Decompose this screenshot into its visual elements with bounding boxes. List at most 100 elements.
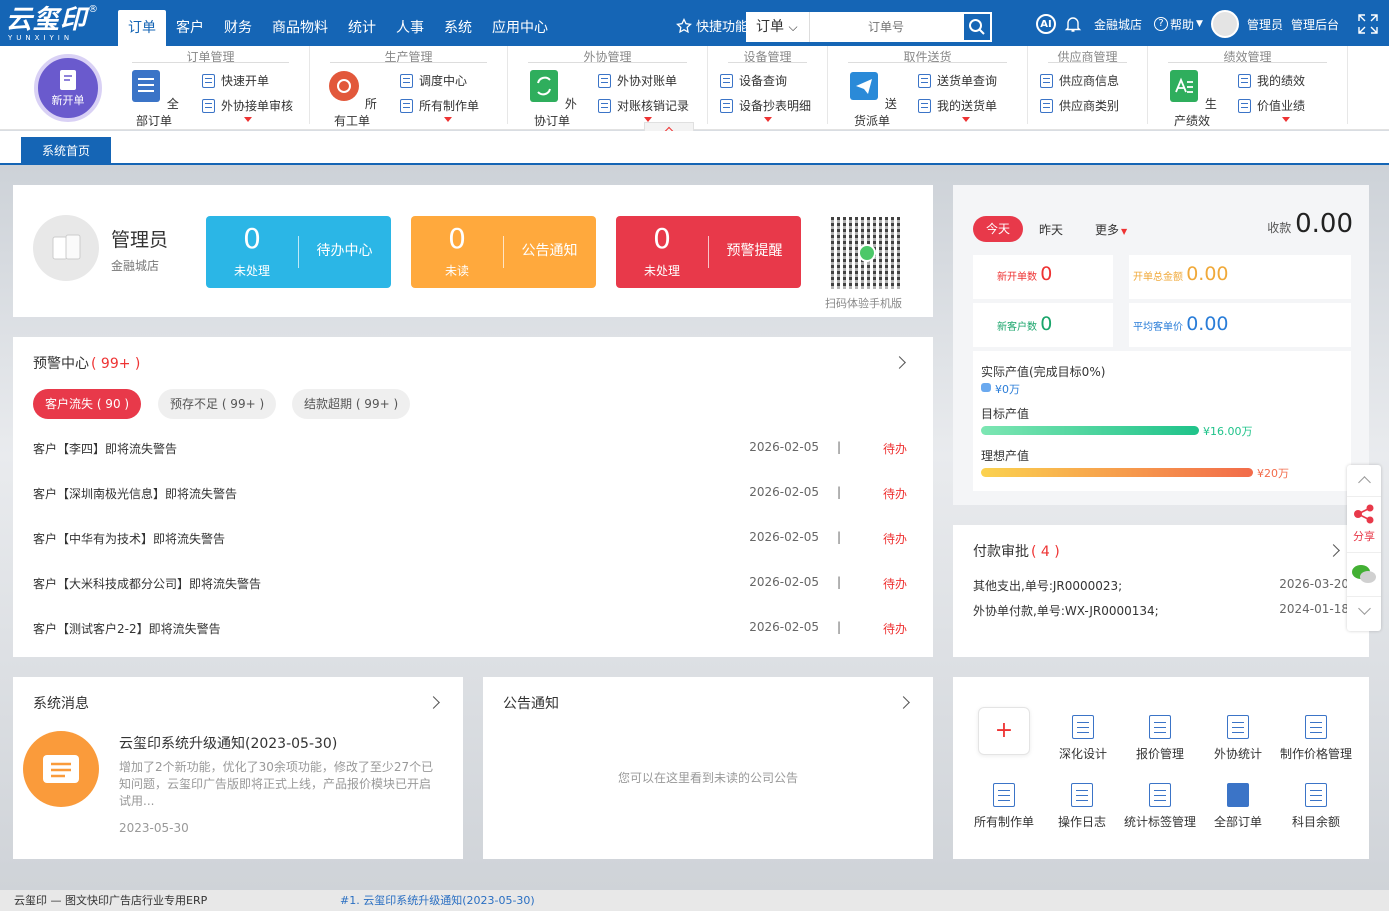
search-type-select[interactable]: 订单 ⌵	[746, 12, 810, 42]
list-item[interactable]: 外协单付款,单号:WX-JR0000134; 2024-01-18	[973, 602, 1349, 619]
table-row[interactable]: 客户【大米科技成都分公司】即将流失警告 2026-02-05 | 待办	[33, 575, 907, 595]
scroll-up-button[interactable]	[1347, 465, 1381, 497]
nav-item-hr[interactable]: 人事	[386, 10, 434, 46]
table-row[interactable]: 客户【李四】即将流失警告 2026-02-05 | 待办	[33, 440, 907, 460]
list-item[interactable]: 其他支出,单号:JR0000023; 2026-03-20	[973, 577, 1349, 594]
pill-low-deposit[interactable]: 预存不足 ( 99+ )	[158, 389, 277, 419]
outsource-statement-button[interactable]: 外协对账单	[598, 72, 677, 89]
table-row[interactable]: 客户【中华有为技术】即将流失警告 2026-02-05 | 待办	[33, 530, 907, 550]
app-logo[interactable]: 云玺印 YUNXIYIN ®	[6, 4, 98, 42]
meter-detail-button[interactable]: 设备抄表明细	[720, 97, 811, 114]
quick-order-button[interactable]: 快速开单	[202, 72, 269, 89]
shortcut-price-management[interactable]: 制作价格管理	[1277, 715, 1355, 762]
pill-customer-loss[interactable]: 客户流失 ( 90 )	[33, 389, 142, 419]
shortcut-account-balance[interactable]: 科目余额	[1277, 783, 1355, 830]
shortcut-all-orders[interactable]: 全部订单	[1199, 783, 1277, 830]
dispatch-center-button[interactable]: 调度中心	[400, 72, 467, 89]
nav-item-customers[interactable]: 客户	[166, 10, 214, 46]
chevron-right-icon[interactable]	[893, 356, 906, 369]
sysmsg-body: 增加了2个新功能，优化了30余项功能，修改了至少27个已知问题，云玺印广告版即将…	[119, 760, 434, 808]
notice-card[interactable]: 0 未读 公告通知	[411, 216, 596, 288]
row-status[interactable]: 待办	[883, 485, 907, 502]
row-status[interactable]: 待办	[883, 530, 907, 547]
footer-marquee[interactable]: #1. 云玺印系统升级通知(2023-05-30)	[340, 890, 535, 911]
my-deliveries-button[interactable]: 我的送货单	[918, 97, 997, 114]
expand-arrow-icon[interactable]	[1282, 117, 1290, 122]
all-production-sheets-button[interactable]: 所有制作单	[400, 97, 479, 114]
kpi-order-amount: 开单总金额 0.00	[1133, 263, 1229, 285]
table-row[interactable]: 客户【深圳南极光信息】即将流失警告 2026-02-05 | 待办	[33, 485, 907, 505]
outsource-review-button[interactable]: 外协接单审核	[202, 97, 293, 114]
shortcut-operation-log[interactable]: 操作日志	[1043, 783, 1121, 830]
pill-payment-overdue[interactable]: 结款超期 ( 99+ )	[292, 389, 411, 419]
search-input[interactable]	[810, 12, 962, 42]
table-row[interactable]: 客户【测试客户2-2】即将流失警告 2026-02-05 | 待办	[33, 620, 907, 640]
tab-home[interactable]: 系统首页	[21, 137, 111, 165]
value-performance-button[interactable]: 价值业绩	[1238, 97, 1305, 114]
tab-more[interactable]: 更多 ▼	[1095, 221, 1127, 238]
sysmsg-headline[interactable]: 云玺印系统升级通知(2023-05-30)	[119, 733, 337, 753]
user-name[interactable]: 管理员	[1247, 16, 1283, 33]
help-menu[interactable]: ? 帮助 ▼	[1154, 16, 1203, 33]
chevron-right-icon[interactable]	[427, 696, 440, 709]
logo-registered: ®	[88, 4, 98, 15]
fullscreen-icon[interactable]	[1357, 13, 1379, 35]
delivery-dispatch-button[interactable]: 送货派单	[844, 68, 900, 129]
group-title: 绩效管理	[1148, 48, 1347, 65]
production-performance-button[interactable]: 生产绩效	[1164, 68, 1220, 129]
search-icon	[969, 19, 985, 35]
shortcut-outsource-stats[interactable]: 外协统计	[1199, 715, 1277, 762]
supplier-category-button[interactable]: 供应商类别	[1040, 97, 1119, 114]
cups-icon	[52, 234, 81, 260]
ribbon-group-production: 生产管理 所有工单 调度中心 所有制作单	[310, 46, 508, 128]
alert-card[interactable]: 0 未处理 预警提醒	[616, 216, 801, 288]
store-name[interactable]: 金融城店	[1094, 16, 1142, 33]
quick-functions[interactable]: 快捷功能	[676, 16, 748, 35]
expand-arrow-icon[interactable]	[244, 117, 252, 122]
shortcut-deep-design[interactable]: 深化设计	[1044, 715, 1122, 762]
nav-item-orders[interactable]: 订单	[118, 10, 166, 46]
nav-item-statistics[interactable]: 统计	[338, 10, 386, 46]
expand-arrow-icon[interactable]	[444, 117, 452, 122]
share-button[interactable]: 分享	[1347, 497, 1381, 553]
shortcut-stat-tags[interactable]: 统计标签管理	[1121, 783, 1199, 830]
wechat-button[interactable]	[1347, 553, 1381, 597]
equipment-query-button[interactable]: 设备查询	[720, 72, 787, 89]
user-avatar[interactable]	[1210, 10, 1239, 38]
row-status[interactable]: 待办	[883, 575, 907, 592]
chevron-right-icon[interactable]	[1327, 544, 1340, 557]
outsource-orders-button[interactable]: 外协订单	[524, 68, 580, 129]
all-orders-button[interactable]: 全部订单	[126, 68, 182, 129]
reconcile-records-button[interactable]: 对账核销记录	[598, 97, 689, 114]
tab-today[interactable]: 今天	[973, 216, 1023, 242]
expand-arrow-icon[interactable]	[764, 117, 772, 122]
search-button[interactable]	[962, 12, 992, 42]
add-shortcut-button[interactable]: +	[978, 707, 1030, 755]
header-right: AI 金融城店 ? 帮助 ▼ 管理员 管理后台	[1036, 10, 1387, 38]
scroll-down-button[interactable]	[1347, 597, 1381, 629]
all-work-orders-button[interactable]: 所有工单	[324, 68, 380, 129]
shortcut-all-production-sheets[interactable]: 所有制作单	[965, 783, 1043, 830]
nav-item-app-center[interactable]: 应用中心	[482, 10, 558, 46]
supplier-info-button[interactable]: 供应商信息	[1040, 72, 1119, 89]
top-bar: 云玺印 YUNXIYIN ® 订单 客户 财务 商品物料 统计 人事 系统 应用…	[0, 0, 1389, 46]
nav-item-system[interactable]: 系统	[434, 10, 482, 46]
row-status[interactable]: 待办	[883, 620, 907, 637]
row-status[interactable]: 待办	[883, 440, 907, 457]
nav-item-materials[interactable]: 商品物料	[262, 10, 338, 46]
expand-arrow-icon[interactable]	[962, 117, 970, 122]
shortcut-quote-management[interactable]: 报价管理	[1121, 715, 1199, 762]
new-order-button[interactable]: 新开单	[34, 54, 102, 122]
chevron-right-icon[interactable]	[897, 696, 910, 709]
delivery-query-button[interactable]: 送货单查询	[918, 72, 997, 89]
value-performance-label: 价值业绩	[1257, 99, 1306, 113]
ai-assistant-icon[interactable]: AI	[1036, 14, 1056, 34]
doc-icon	[1305, 715, 1327, 739]
row-text: 客户【李四】即将流失警告	[33, 442, 178, 456]
nav-item-finance[interactable]: 财务	[214, 10, 262, 46]
bell-icon[interactable]	[1064, 15, 1082, 33]
todo-center-card[interactable]: 0 未处理 待办中心	[206, 216, 391, 288]
admin-backend-link[interactable]: 管理后台	[1291, 16, 1339, 33]
tab-yesterday[interactable]: 昨天	[1039, 221, 1063, 238]
my-performance-button[interactable]: 我的绩效	[1238, 72, 1305, 89]
